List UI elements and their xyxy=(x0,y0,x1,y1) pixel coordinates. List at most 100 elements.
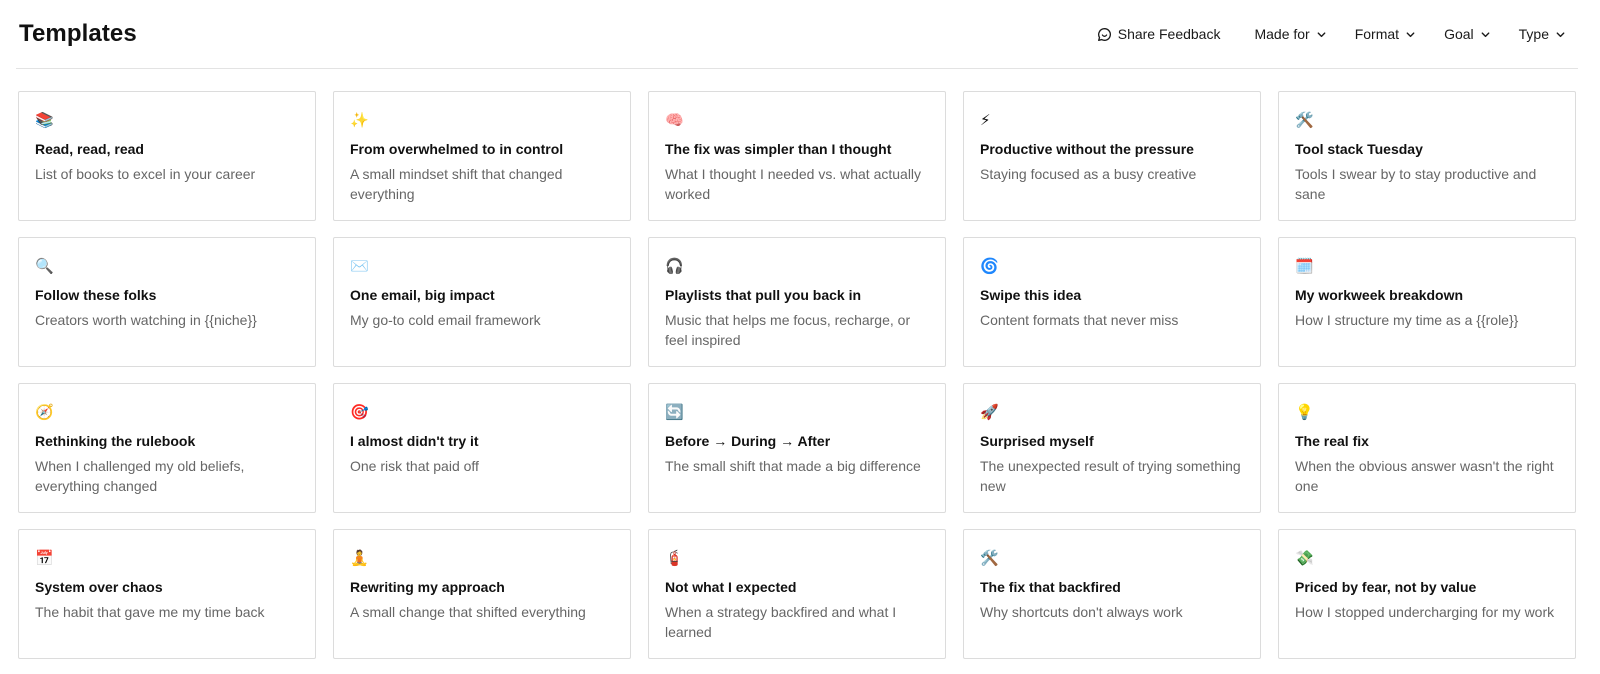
template-title: Tool stack Tuesday xyxy=(1295,141,1423,157)
tools-icon: 🛠️ xyxy=(980,549,999,567)
template-title: The fix that backfired xyxy=(980,579,1121,595)
template-card-follow-these-folks[interactable]: 🔍 Follow these folks Creators worth watc… xyxy=(18,237,316,367)
chevron-down-icon xyxy=(1316,29,1327,40)
money-with-wings-icon: 💸 xyxy=(1295,549,1314,567)
template-title: Rethinking the rulebook xyxy=(35,433,196,449)
template-description: Staying focused as a busy creative xyxy=(980,166,1197,182)
template-description: Content formats that never miss xyxy=(980,312,1179,328)
filter-label: Goal xyxy=(1444,26,1474,42)
template-description: One risk that paid off xyxy=(350,458,479,474)
template-card-read-read-read[interactable]: 📚 Read, read, read List of books to exce… xyxy=(18,91,316,221)
calendar-icon: 📅 xyxy=(35,549,54,567)
template-title: Swipe this idea xyxy=(980,287,1082,303)
template-title: Read, read, read xyxy=(35,141,144,157)
spiral-icon: 🌀 xyxy=(980,257,999,275)
template-card-overwhelmed-to-control[interactable]: ✨ From overwhelmed to in control A small… xyxy=(333,91,631,221)
template-description: A small change that shifted everything xyxy=(350,604,586,620)
template-card-rethinking-rulebook[interactable]: 🧭 Rethinking the rulebook When I challen… xyxy=(18,383,316,513)
template-title: Surprised myself xyxy=(980,433,1094,449)
filter-format-dropdown[interactable]: Format xyxy=(1343,16,1428,52)
notepad-icon: 🗓️ xyxy=(1295,257,1314,275)
share-feedback-label: Share Feedback xyxy=(1117,26,1221,42)
meditation-icon: 🧘 xyxy=(350,549,369,567)
template-title: Follow these folks xyxy=(35,287,157,303)
template-card-playlists[interactable]: 🎧 Playlists that pull you back in Music … xyxy=(648,237,946,367)
template-description: The habit that gave me my time back xyxy=(35,604,265,620)
template-description: What I thought I needed vs. what actuall… xyxy=(665,166,922,202)
template-card-system-over-chaos[interactable]: 📅 System over chaos The habit that gave … xyxy=(18,529,316,659)
magnifier-icon: 🔍 xyxy=(35,257,54,275)
template-description: The unexpected result of trying somethin… xyxy=(980,458,1241,494)
template-title: Playlists that pull you back in xyxy=(665,287,862,303)
compass-icon: 🧭 xyxy=(35,403,54,421)
brain-icon: 🧠 xyxy=(665,111,684,129)
template-title: The fix was simpler than I thought xyxy=(665,141,892,157)
template-title: Priced by fear, not by value xyxy=(1295,579,1477,595)
template-description: When I challenged my old beliefs, everyt… xyxy=(35,458,245,494)
envelope-icon: ✉️ xyxy=(350,257,369,275)
template-description: When the obvious answer wasn't the right… xyxy=(1295,458,1554,494)
lightbulb-icon: 💡 xyxy=(1295,403,1314,421)
tools-icon: 🛠️ xyxy=(1295,111,1314,129)
template-card-the-real-fix[interactable]: 💡 The real fix When the obvious answer w… xyxy=(1278,383,1576,513)
template-title: System over chaos xyxy=(35,579,163,595)
template-description: How I structure my time as a {{role}} xyxy=(1295,312,1519,328)
template-title: Productive without the pressure xyxy=(980,141,1194,157)
template-description: When a strategy backfired and what I lea… xyxy=(665,604,897,640)
template-card-before-during-after[interactable]: 🔄 Before → During → After The small shif… xyxy=(648,383,946,513)
template-title: My workweek breakdown xyxy=(1295,287,1464,303)
filter-type-dropdown[interactable]: Type xyxy=(1507,16,1578,52)
headphones-icon: 🎧 xyxy=(665,257,684,275)
filter-made-for-dropdown[interactable]: Made for xyxy=(1242,16,1338,52)
template-description: Music that helps me focus, recharge, or … xyxy=(665,312,911,348)
template-description: The small shift that made a big differen… xyxy=(665,458,921,474)
template-title: I almost didn't try it xyxy=(350,433,479,449)
template-description: Tools I swear by to stay productive and … xyxy=(1295,166,1537,202)
toolbar: Share Feedback Made for Format Goal Type xyxy=(1085,0,1578,68)
chevron-down-icon xyxy=(1555,29,1566,40)
page-title: Templates xyxy=(19,20,137,47)
template-card-productive-without-pressure[interactable]: ⚡ Productive without the pressure Stayin… xyxy=(963,91,1261,221)
template-card-one-email-big-impact[interactable]: ✉️ One email, big impact My go-to cold e… xyxy=(333,237,631,367)
rocket-icon: 🚀 xyxy=(980,403,999,421)
chat-bubble-icon xyxy=(1097,27,1112,42)
template-card-swipe-this-idea[interactable]: 🌀 Swipe this idea Content formats that n… xyxy=(963,237,1261,367)
sparkles-icon: ✨ xyxy=(350,111,369,129)
filter-label: Type xyxy=(1518,26,1549,42)
template-description: Why shortcuts don't always work xyxy=(980,604,1183,620)
template-title: The real fix xyxy=(1295,433,1369,449)
target-icon: 🎯 xyxy=(350,403,369,421)
template-description: How I stopped undercharging for my work xyxy=(1295,604,1555,620)
template-card-surprised-myself[interactable]: 🚀 Surprised myself The unexpected result… xyxy=(963,383,1261,513)
filter-label: Made for xyxy=(1254,26,1310,42)
template-card-priced-by-fear[interactable]: 💸 Priced by fear, not by value How I sto… xyxy=(1278,529,1576,659)
template-description: A small mindset shift that changed every… xyxy=(350,166,563,202)
chevron-down-icon xyxy=(1480,29,1491,40)
header: Templates Share Feedback Made for Format… xyxy=(16,0,1578,69)
template-card-tool-stack-tuesday[interactable]: 🛠️ Tool stack Tuesday Tools I swear by t… xyxy=(1278,91,1576,221)
share-feedback-button[interactable]: Share Feedback xyxy=(1085,16,1233,52)
template-title: Rewriting my approach xyxy=(350,579,505,595)
template-card-not-what-expected[interactable]: 🧯 Not what I expected When a strategy ba… xyxy=(648,529,946,659)
template-description: My go-to cold email framework xyxy=(350,312,541,328)
template-card-fix-that-backfired[interactable]: 🛠️ The fix that backfired Why shortcuts … xyxy=(963,529,1261,659)
template-grid: 📚 Read, read, read List of books to exce… xyxy=(18,91,1576,659)
template-title: Before → During → After xyxy=(665,433,831,449)
templates-page: Templates Share Feedback Made for Format… xyxy=(0,0,1600,674)
lightning-icon: ⚡ xyxy=(980,111,991,129)
template-card-rewriting-approach[interactable]: 🧘 Rewriting my approach A small change t… xyxy=(333,529,631,659)
books-icon: 📚 xyxy=(35,111,54,129)
template-title: One email, big impact xyxy=(350,287,495,303)
template-title: Not what I expected xyxy=(665,579,797,595)
template-description: Creators worth watching in {{niche}} xyxy=(35,312,257,328)
template-card-fix-was-simpler[interactable]: 🧠 The fix was simpler than I thought Wha… xyxy=(648,91,946,221)
fire-extinguisher-icon: 🧯 xyxy=(665,549,684,567)
refresh-icon: 🔄 xyxy=(665,403,684,421)
filter-label: Format xyxy=(1354,26,1400,42)
template-title: From overwhelmed to in control xyxy=(350,141,564,157)
template-description: List of books to excel in your career xyxy=(35,166,256,182)
template-card-workweek-breakdown[interactable]: 🗓️ My workweek breakdown How I structure… xyxy=(1278,237,1576,367)
filter-goal-dropdown[interactable]: Goal xyxy=(1432,16,1503,52)
chevron-down-icon xyxy=(1405,29,1416,40)
template-card-almost-didnt-try[interactable]: 🎯 I almost didn't try it One risk that p… xyxy=(333,383,631,513)
